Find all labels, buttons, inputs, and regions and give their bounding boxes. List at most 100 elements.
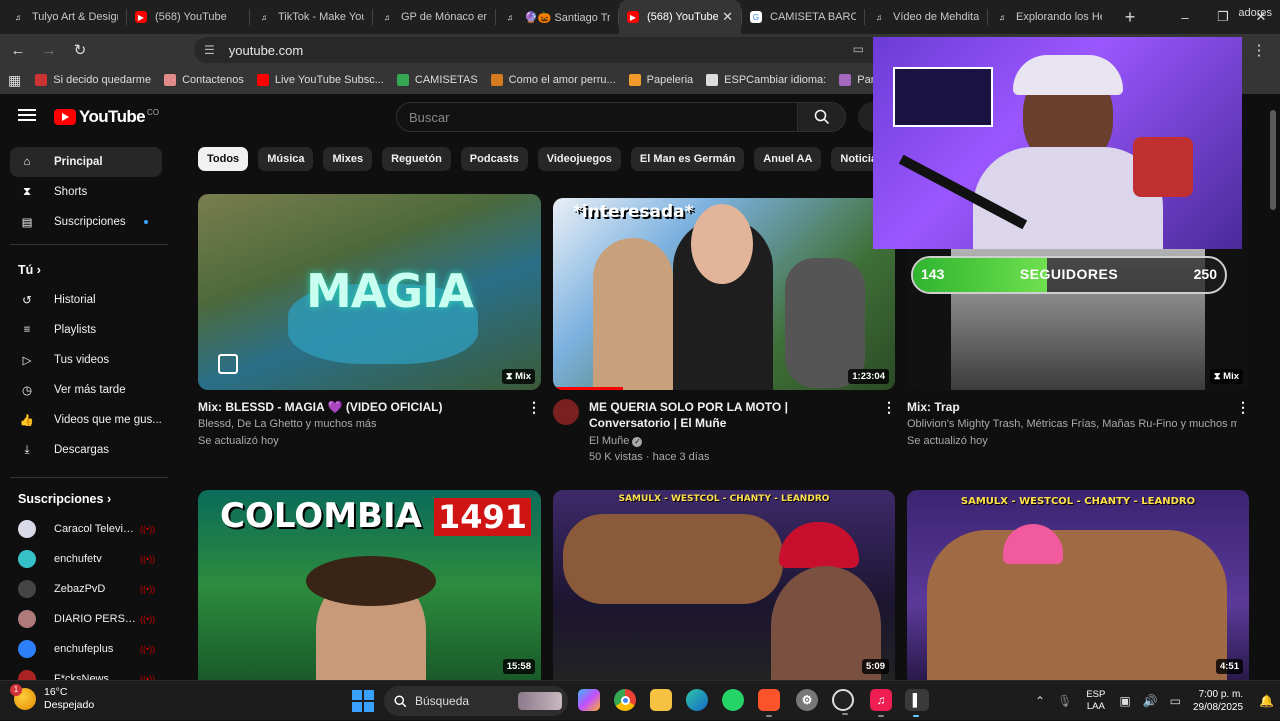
sidebar-item[interactable]: ▤ Suscripciones [10, 207, 162, 237]
chrome-icon[interactable] [614, 689, 636, 711]
subscription-item[interactable]: enchufetv ((•)) [10, 546, 162, 572]
microphone-icon[interactable]: 🎙 [1057, 694, 1072, 708]
bookmark-overflow[interactable]: adores [1238, 7, 1272, 19]
file-explorer-icon[interactable] [650, 689, 672, 711]
start-button[interactable] [352, 690, 374, 712]
notifications-icon[interactable]: 🔔 [1259, 694, 1274, 708]
back-icon[interactable]: ← [5, 37, 31, 63]
browser-tab[interactable]: ▶ (568) YouTube [127, 0, 249, 34]
video-title[interactable]: Mix: BLESSD - MAGIA 💜 (VIDEO OFICIAL) [198, 399, 518, 415]
sidebar-section-subscriptions[interactable]: Suscripciones › [18, 492, 111, 506]
subscription-item[interactable]: ZebazPvD ((•)) [10, 576, 162, 602]
url-text: youtube.com [228, 42, 304, 58]
sidebar-item[interactable]: ⌂ Principal [10, 147, 162, 177]
sidebar-section-you[interactable]: Tú › [18, 263, 41, 277]
video-thumbnail[interactable]: SAMULX - WESTCOL - CHANTY - LEANDRO 5:09 [553, 490, 895, 680]
search-input[interactable]: Buscar [396, 102, 798, 132]
video-channel[interactable]: El Muñe ✓ [589, 433, 643, 449]
new-tab-icon[interactable]: + [1116, 3, 1144, 31]
weather-widget[interactable]: 1 16°C Despejado [10, 684, 94, 712]
reload-icon[interactable]: ↻ [67, 37, 93, 63]
brave-icon[interactable] [758, 689, 780, 717]
video-thumbnail[interactable]: COLOMBIA 1491 15:58 [198, 490, 541, 680]
subscription-item[interactable]: Caracol Televisión ((•)) [10, 516, 162, 542]
video-thumbnail[interactable]: MAGIA ⧗ Mix [198, 194, 541, 390]
subscription-item[interactable]: enchufeplus ((•)) [10, 636, 162, 662]
obs-icon[interactable] [832, 689, 854, 715]
cast-icon[interactable]: ▭ [853, 42, 864, 56]
more-actions-icon[interactable]: ⋮ [882, 400, 896, 414]
subscription-item[interactable]: DIARIO PERSON... ((•)) [10, 606, 162, 632]
edge-icon[interactable] [686, 689, 708, 711]
volume-icon[interactable]: 🔊 [1143, 694, 1158, 708]
bookmark-item[interactable]: Si decido quedarme [35, 74, 151, 86]
sidebar-item[interactable]: ↺ Historial [10, 285, 162, 315]
bookmark-item[interactable]: ESPCambiar idioma: [706, 74, 826, 86]
search-button[interactable] [798, 102, 846, 132]
address-bar[interactable]: ☰ youtube.com ▭ [194, 37, 884, 63]
bookmark-item[interactable]: CAMISETAS [396, 74, 478, 86]
youtube-logo[interactable]: YouTube CO [54, 107, 159, 127]
video-channel[interactable]: Oblivion's Mighty Trash, Métricas Frías,… [907, 416, 1237, 432]
bookmark-item[interactable]: Papeleria [628, 74, 693, 86]
language-indicator[interactable]: ESP LAA [1086, 689, 1105, 713]
channel-avatar[interactable] [553, 399, 579, 425]
windows-taskbar: 1 16°C Despejado Búsqueda ⚙ ♫ ▌ ⌃ 🎙 ESP … [0, 680, 1280, 720]
browser-tab[interactable]: G CAMISETA BARCA [742, 0, 864, 34]
filter-chip[interactable]: Mixes [323, 147, 373, 171]
hamburger-menu-icon[interactable] [16, 106, 38, 126]
bookmark-item[interactable]: Como el amor perru... [490, 74, 616, 86]
filter-chip[interactable]: Podcasts [460, 147, 528, 171]
copilot-icon[interactable] [578, 689, 600, 711]
filter-chip[interactable]: Todos [198, 147, 249, 171]
bookmark-item[interactable]: Live YouTube Subsc... [256, 74, 384, 86]
browser-tab[interactable]: ♫ Tulyo Art & Design [4, 0, 126, 34]
video-thumbnail[interactable]: *interesada* 1:23:04 [553, 198, 895, 390]
minimize-icon[interactable]: – [1166, 0, 1204, 34]
browser-tab[interactable]: ▶ (568) YouTube ✕ [619, 0, 741, 34]
video-title[interactable]: ME QUERIA SOLO POR LA MOTO | Conversator… [589, 399, 871, 431]
browser-tab[interactable]: ♫ Explorando los He [988, 0, 1110, 34]
battery-icon[interactable]: ▭ [1170, 694, 1181, 708]
site-info-icon[interactable]: ☰ [204, 43, 215, 57]
sidebar-item[interactable]: ≡ Playlists [10, 315, 162, 345]
clock[interactable]: 7:00 p. m. 29/08/2025 [1193, 688, 1243, 714]
browser-tab[interactable]: ♫ Vídeo de Mehdita [865, 0, 987, 34]
sidebar-item[interactable]: ◷ Ver más tarde [10, 375, 162, 405]
filter-chip[interactable]: Reguetón [382, 147, 451, 171]
filter-chip[interactable]: Videojuegos [537, 147, 621, 171]
sidebar-item[interactable]: ⤓ Descargas [10, 435, 162, 465]
video-channel[interactable]: Blessd, De La Ghetto y muchos más [198, 416, 377, 432]
chevron-up-icon[interactable]: ⌃ [1035, 694, 1045, 708]
filter-chip[interactable]: El Man es Germán [630, 147, 745, 171]
browser-tab[interactable]: ♫ GP de Mónaco en [373, 0, 495, 34]
network-icon[interactable]: ▣ [1119, 694, 1130, 708]
settings-icon[interactable]: ⚙ [796, 689, 818, 711]
browser-tab[interactable]: ♫ 🔮🎃 Santiago Tri [496, 0, 618, 34]
filter-chip[interactable]: Música [258, 147, 314, 171]
apps-icon[interactable]: ▦ [8, 72, 21, 89]
bookmark-label: Live YouTube Subsc... [274, 74, 384, 86]
sidebar-item[interactable]: ⧗ Shorts [10, 177, 162, 207]
forward-icon[interactable]: → [36, 37, 62, 63]
browser-menu-icon[interactable]: ⋮ [1246, 37, 1272, 63]
restore-icon[interactable]: ❐ [1204, 0, 1242, 34]
filter-chip[interactable]: Anuel AA [754, 147, 822, 171]
video-thumbnail[interactable]: SAMULX - WESTCOL - CHANTY - LEANDRO 4:51 [907, 490, 1249, 680]
audio-meter-icon[interactable]: ▌ [905, 689, 929, 717]
more-actions-icon[interactable]: ⋮ [527, 400, 541, 414]
browser-tab[interactable]: ♫ TikTok - Make Your Day [250, 0, 372, 34]
whatsapp-icon[interactable] [722, 689, 744, 711]
scrollbar[interactable] [1270, 110, 1276, 210]
taskbar-search[interactable]: Búsqueda [384, 686, 568, 716]
bookmark-item[interactable]: Contactenos [164, 74, 244, 86]
bookmark-favicon-icon [628, 74, 641, 86]
tiktok-icon[interactable]: ♫ [870, 689, 892, 717]
subscription-item[interactable]: F*cksNews ((•)) [10, 666, 162, 680]
sidebar-item[interactable]: 👍 Videos que me gus... [10, 405, 162, 435]
sidebar-item[interactable]: ▷ Tus videos [10, 345, 162, 375]
video-title[interactable]: Mix: Trap [907, 399, 1227, 415]
more-actions-icon[interactable]: ⋮ [1236, 400, 1250, 414]
tiktok-icon: ♫ [384, 12, 390, 22]
close-tab-icon[interactable]: ✕ [722, 9, 733, 25]
